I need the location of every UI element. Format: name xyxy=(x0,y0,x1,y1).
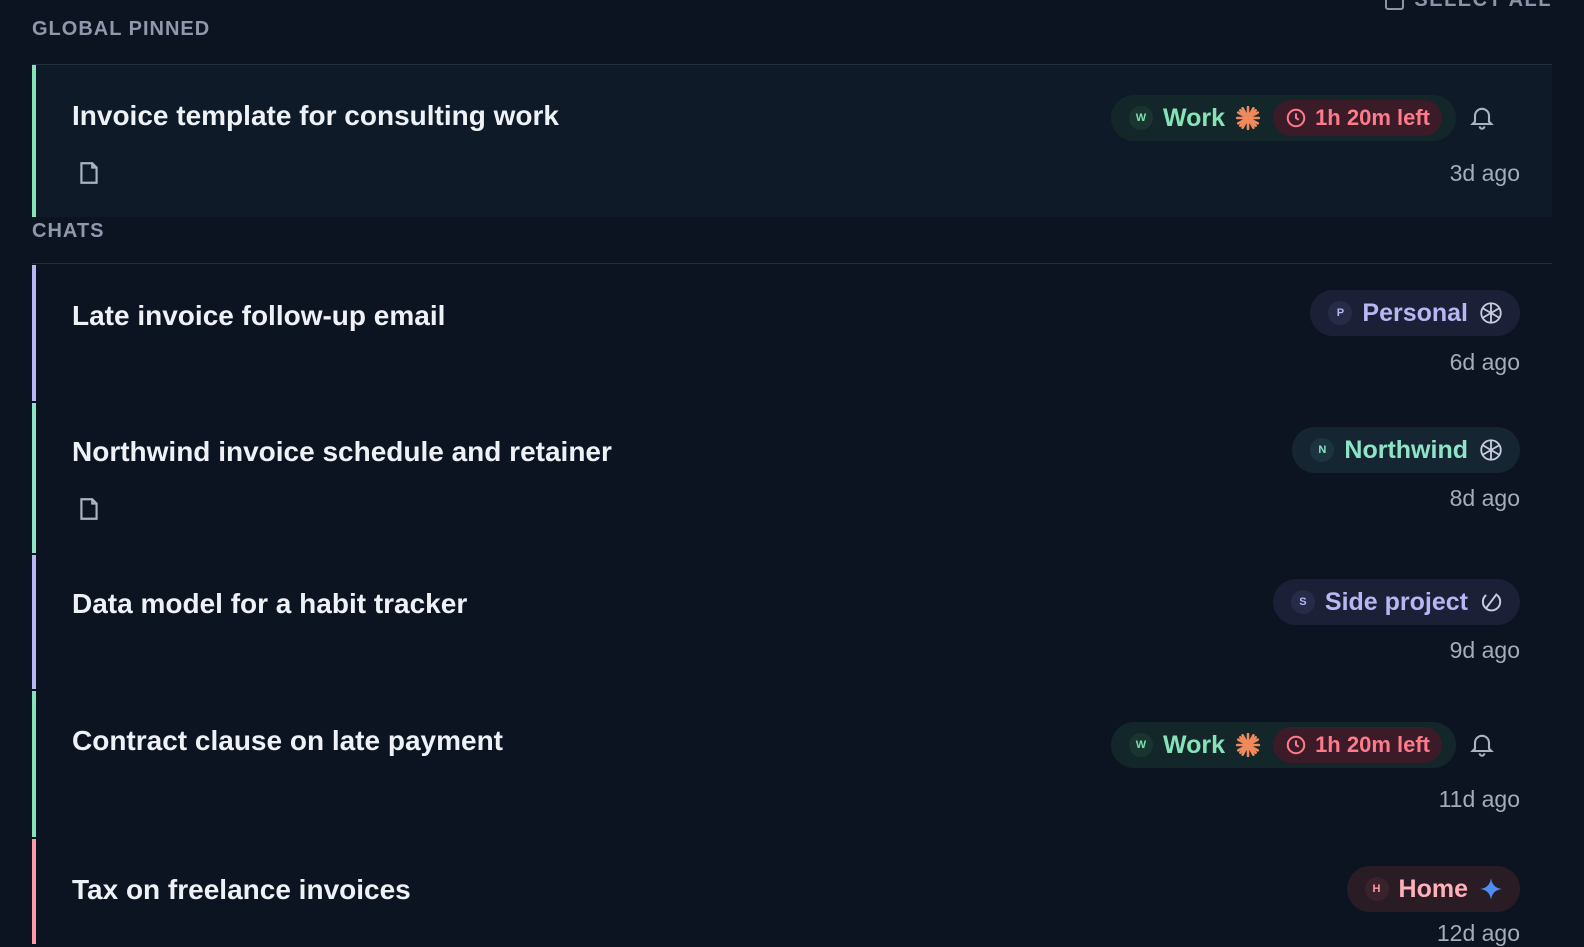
time-left-badge: 1h 20m left xyxy=(1273,100,1442,136)
chat-row[interactable]: Tax on freelance invoices H Home 12d ago xyxy=(32,839,1552,946)
select-all-checkbox[interactable] xyxy=(1385,0,1405,10)
project-tag-label: Home xyxy=(1398,874,1468,903)
chat-timestamp: 12d ago xyxy=(1436,920,1520,946)
project-tag-home[interactable]: H Home xyxy=(1346,866,1520,912)
project-tag-northwind[interactable]: N Northwind xyxy=(1292,427,1520,473)
openai-knot-icon xyxy=(1480,302,1502,324)
chat-timestamp: 9d ago xyxy=(1449,637,1520,663)
chat-title: Northwind invoice schedule and retainer xyxy=(72,436,612,467)
openai-knot-icon xyxy=(1480,439,1502,461)
project-avatar: S xyxy=(1290,590,1315,614)
project-tag-label: Work xyxy=(1163,103,1226,132)
claude-sparkle-icon xyxy=(1235,732,1261,758)
project-avatar: N xyxy=(1310,438,1335,462)
document-icon xyxy=(80,498,98,520)
chat-title: Data model for a habit tracker xyxy=(72,588,468,619)
time-left-label: 1h 20m left xyxy=(1315,732,1430,757)
project-tag-label: Northwind xyxy=(1344,435,1468,464)
chat-row-pinned-0[interactable]: Invoice template for consulting work W W… xyxy=(32,65,1552,217)
select-all-label: SELECT ALL xyxy=(1414,0,1552,11)
project-tag-side-project[interactable]: S Side project xyxy=(1272,579,1520,625)
loop-icon xyxy=(1481,593,1502,612)
chat-timestamp: 3d ago xyxy=(1449,160,1520,186)
chat-row[interactable]: Late invoice follow-up email P Personal … xyxy=(32,265,1552,401)
chat-row[interactable]: Data model for a habit tracker S Side pr… xyxy=(32,555,1552,689)
chat-timestamp: 8d ago xyxy=(1449,485,1520,511)
clock-icon xyxy=(1286,735,1306,755)
document-icon xyxy=(80,162,98,184)
time-left-label: 1h 20m left xyxy=(1315,105,1430,130)
chat-row[interactable]: Contract clause on late payment W Work 1… xyxy=(32,691,1552,837)
gemini-star-icon xyxy=(1480,878,1502,900)
bell-icon[interactable] xyxy=(1468,103,1496,131)
project-avatar: P xyxy=(1328,301,1353,325)
chat-timestamp: 6d ago xyxy=(1449,349,1520,375)
section-label-chats: CHATS xyxy=(32,220,105,242)
project-tag-label: Work xyxy=(1163,730,1226,759)
project-avatar: H xyxy=(1364,877,1389,901)
chat-title: Tax on freelance invoices xyxy=(72,874,411,905)
project-tag-work[interactable]: W Work 1h 20m left xyxy=(1111,95,1456,141)
project-tag-label: Side project xyxy=(1324,587,1468,616)
bell-icon[interactable] xyxy=(1468,730,1496,758)
select-all-control[interactable]: SELECT ALL xyxy=(1385,0,1552,12)
chat-title: Invoice template for consulting work xyxy=(72,100,559,131)
chat-title: Contract clause on late payment xyxy=(72,725,504,756)
project-avatar: W xyxy=(1129,733,1153,757)
project-tag-label: Personal xyxy=(1362,298,1468,327)
chat-title: Late invoice follow-up email xyxy=(72,300,446,331)
project-avatar: W xyxy=(1129,106,1153,130)
chat-timestamp: 11d ago xyxy=(1438,786,1520,812)
claude-sparkle-icon xyxy=(1235,105,1261,131)
section-divider xyxy=(32,263,1552,264)
chat-row[interactable]: Northwind invoice schedule and retainer … xyxy=(32,403,1552,553)
time-left-badge: 1h 20m left xyxy=(1273,727,1442,763)
project-tag-work[interactable]: W Work 1h 20m left xyxy=(1111,722,1456,768)
section-label-pinned: GLOBAL PINNED xyxy=(32,18,211,40)
project-tag-personal[interactable]: P Personal xyxy=(1310,290,1520,336)
clock-icon xyxy=(1286,108,1306,128)
